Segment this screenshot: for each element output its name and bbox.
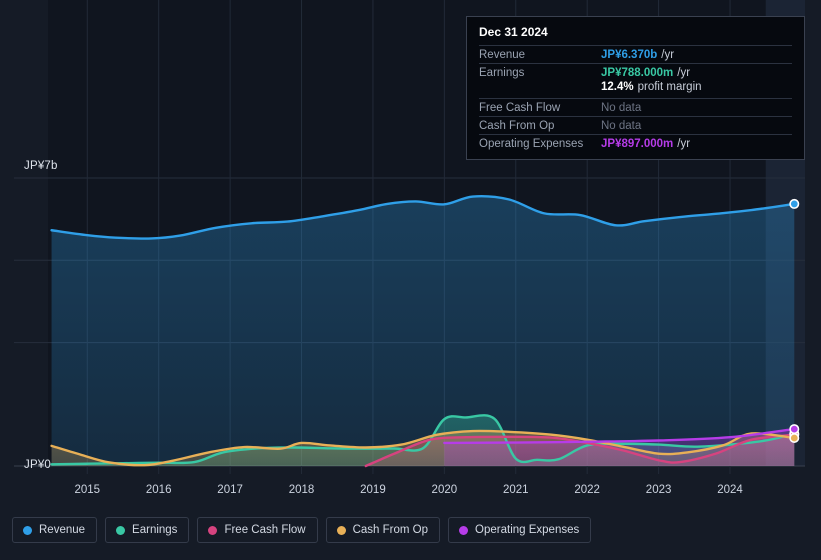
series-endpoint-marker — [789, 433, 800, 444]
x-axis-tick-2024: 2024 — [717, 484, 743, 496]
tooltip-row: 12.4% profit margin — [479, 81, 792, 98]
chart-legend[interactable]: Revenue Earnings Free Cash Flow Cash From O… — [12, 517, 592, 543]
financial-chart-widget: JP¥7b JP¥0 2015 2016 2017 2018 2019 2020 2021 2… — [0, 0, 821, 560]
legend-item-revenue[interactable]: Revenue — [12, 517, 98, 543]
x-axis-tick-2023: 2023 — [645, 484, 672, 496]
tooltip-date: Dec 31 2024 — [479, 25, 548, 39]
tooltip-row-value: No data — [601, 120, 642, 132]
tooltip-row-label: Operating Expenses — [479, 138, 584, 150]
tooltip-row: Revenue JP¥6.370b/yr — [479, 45, 792, 63]
tooltip-row: Earnings JP¥788.000m/yr — [479, 63, 792, 81]
tooltip-row-unit: /yr — [661, 49, 675, 61]
y-axis-label-top: JP¥7b — [24, 160, 58, 172]
series-endpoint-marker — [789, 198, 800, 209]
tooltip-row-unit: profit margin — [637, 81, 702, 93]
tooltip-row: Free Cash Flow No data — [479, 98, 792, 116]
legend-item-label: Revenue — [39, 524, 86, 536]
legend-item-label: Cash From Op — [352, 524, 429, 536]
legend-item-label: Operating Expenses — [475, 524, 580, 536]
tooltip-row-label: Revenue — [479, 49, 526, 61]
legend-item-label: Earnings — [132, 524, 178, 536]
tooltip-rows: Revenue JP¥6.370b/yr Earnings JP¥788.000m/y… — [479, 45, 792, 152]
legend-item-cash-from-op[interactable]: Cash From Op — [325, 517, 441, 543]
tooltip-row-value: JP¥897.000m — [601, 138, 674, 150]
legend-item-free-cash-flow[interactable]: Free Cash Flow — [197, 517, 318, 543]
x-axis-tick-2020: 2020 — [431, 484, 458, 496]
x-axis-tick-2017: 2017 — [217, 484, 243, 496]
x-axis-tick-2015: 2015 — [74, 484, 101, 496]
x-axis-tick-2022: 2022 — [574, 484, 600, 496]
tooltip-row-value: JP¥788.000m — [601, 67, 674, 79]
x-axis-tick-2019: 2019 — [360, 484, 386, 496]
legend-item-operating-expenses[interactable]: Operating Expenses — [448, 517, 592, 543]
tooltip-row-label: Free Cash Flow — [479, 102, 561, 114]
x-axis-tick-2016: 2016 — [145, 484, 172, 496]
tooltip-row-unit: /yr — [677, 138, 691, 150]
x-axis-tick-2018: 2018 — [288, 484, 315, 496]
legend-color-dot-icon — [23, 525, 32, 535]
legend-item-earnings[interactable]: Earnings — [105, 517, 190, 543]
legend-color-dot-icon — [116, 525, 126, 535]
x-axis-tick-2021: 2021 — [502, 484, 529, 496]
y-axis-label-zero: JP¥0 — [24, 459, 52, 471]
tooltip-row: Operating Expenses JP¥897.000m/yr — [479, 134, 792, 152]
legend-color-dot-icon — [336, 525, 346, 535]
tooltip-row-value: No data — [601, 102, 642, 114]
series-endpoint-marker — [789, 424, 800, 435]
data-tooltip: Dec 31 2024 Revenue JP¥6.370b/yr Earnings J… — [466, 16, 805, 160]
legend-item-label: Free Cash Flow — [224, 524, 306, 536]
tooltip-row-value: JP¥6.370b — [601, 49, 658, 61]
legend-color-dot-icon — [208, 525, 218, 535]
tooltip-row-label: Cash From Op — [479, 120, 555, 132]
tooltip-row-unit: /yr — [677, 67, 691, 79]
tooltip-row-label: Earnings — [479, 67, 525, 79]
tooltip-row-value: 12.4% — [601, 81, 634, 93]
legend-color-dot-icon — [459, 525, 469, 535]
tooltip-row: Cash From Op No data — [479, 116, 792, 134]
